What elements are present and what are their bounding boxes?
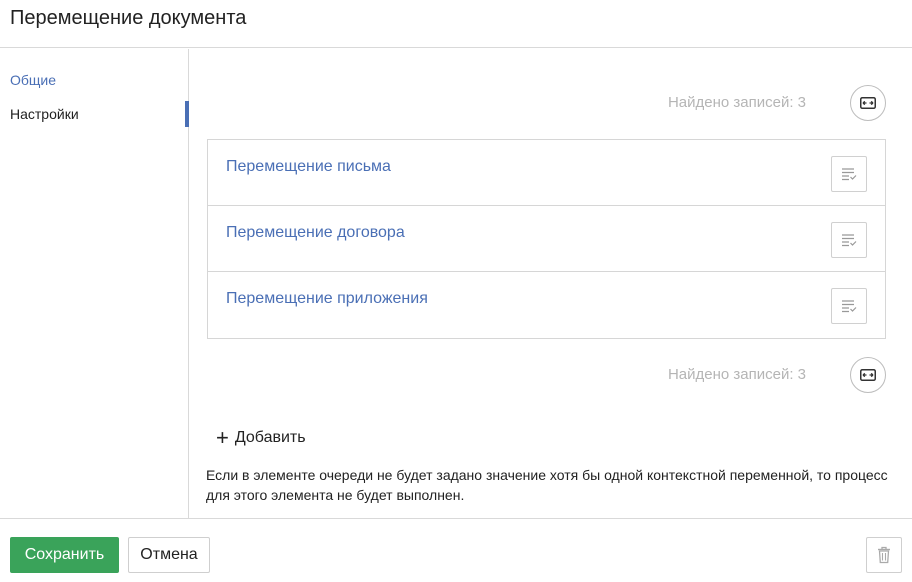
row-menu-button[interactable] bbox=[831, 156, 867, 192]
footer: Сохранить Отмена bbox=[0, 518, 912, 582]
sidebar: Общие Настройки bbox=[0, 49, 189, 518]
expand-button[interactable] bbox=[850, 357, 886, 393]
cancel-button[interactable]: Отмена bbox=[128, 537, 210, 573]
page: Перемещение документа Общие Настройки На… bbox=[0, 0, 912, 582]
records-count: Найдено записей: 3 bbox=[667, 366, 806, 383]
plus-icon: + bbox=[216, 425, 229, 450]
save-button[interactable]: Сохранить bbox=[10, 537, 119, 573]
process-list: Перемещение письма Перемещение договора bbox=[207, 139, 886, 339]
sidebar-item-label: Настройки bbox=[10, 106, 79, 122]
list-details-icon bbox=[842, 234, 857, 247]
expand-button[interactable] bbox=[850, 85, 886, 121]
sidebar-item-general[interactable]: Общие bbox=[0, 67, 189, 93]
list-item: Перемещение приложения bbox=[208, 272, 885, 338]
row-menu-button[interactable] bbox=[831, 222, 867, 258]
delete-button[interactable] bbox=[866, 537, 902, 573]
list-details-icon bbox=[842, 300, 857, 313]
list-item: Перемещение договора bbox=[208, 206, 885, 272]
item-link[interactable]: Перемещение письма bbox=[226, 158, 391, 176]
expand-icon bbox=[860, 97, 876, 109]
add-button[interactable]: + Добавить bbox=[216, 426, 306, 450]
row-menu-button[interactable] bbox=[831, 288, 867, 324]
trash-icon bbox=[878, 546, 890, 564]
main-content: Найдено записей: 3 Перемещение письма Пе… bbox=[190, 49, 912, 518]
hint-text: Если в элементе очереди не будет задано … bbox=[206, 467, 888, 503]
add-label: Добавить bbox=[234, 429, 306, 446]
records-bar-bottom: Найдено записей: 3 bbox=[190, 356, 912, 394]
header: Перемещение документа bbox=[0, 0, 912, 48]
records-bar-top: Найдено записей: 3 bbox=[190, 84, 912, 122]
list-details-icon bbox=[842, 168, 857, 181]
expand-icon bbox=[860, 369, 876, 381]
page-title: Перемещение документа bbox=[10, 7, 247, 29]
list-item: Перемещение письма bbox=[208, 140, 885, 206]
item-link[interactable]: Перемещение договора bbox=[226, 224, 405, 242]
records-count: Найдено записей: 3 bbox=[667, 94, 806, 111]
active-indicator bbox=[185, 101, 189, 127]
sidebar-item-settings[interactable]: Настройки bbox=[0, 101, 189, 127]
item-link[interactable]: Перемещение приложения bbox=[226, 290, 428, 308]
sidebar-item-label: Общие bbox=[10, 72, 57, 88]
